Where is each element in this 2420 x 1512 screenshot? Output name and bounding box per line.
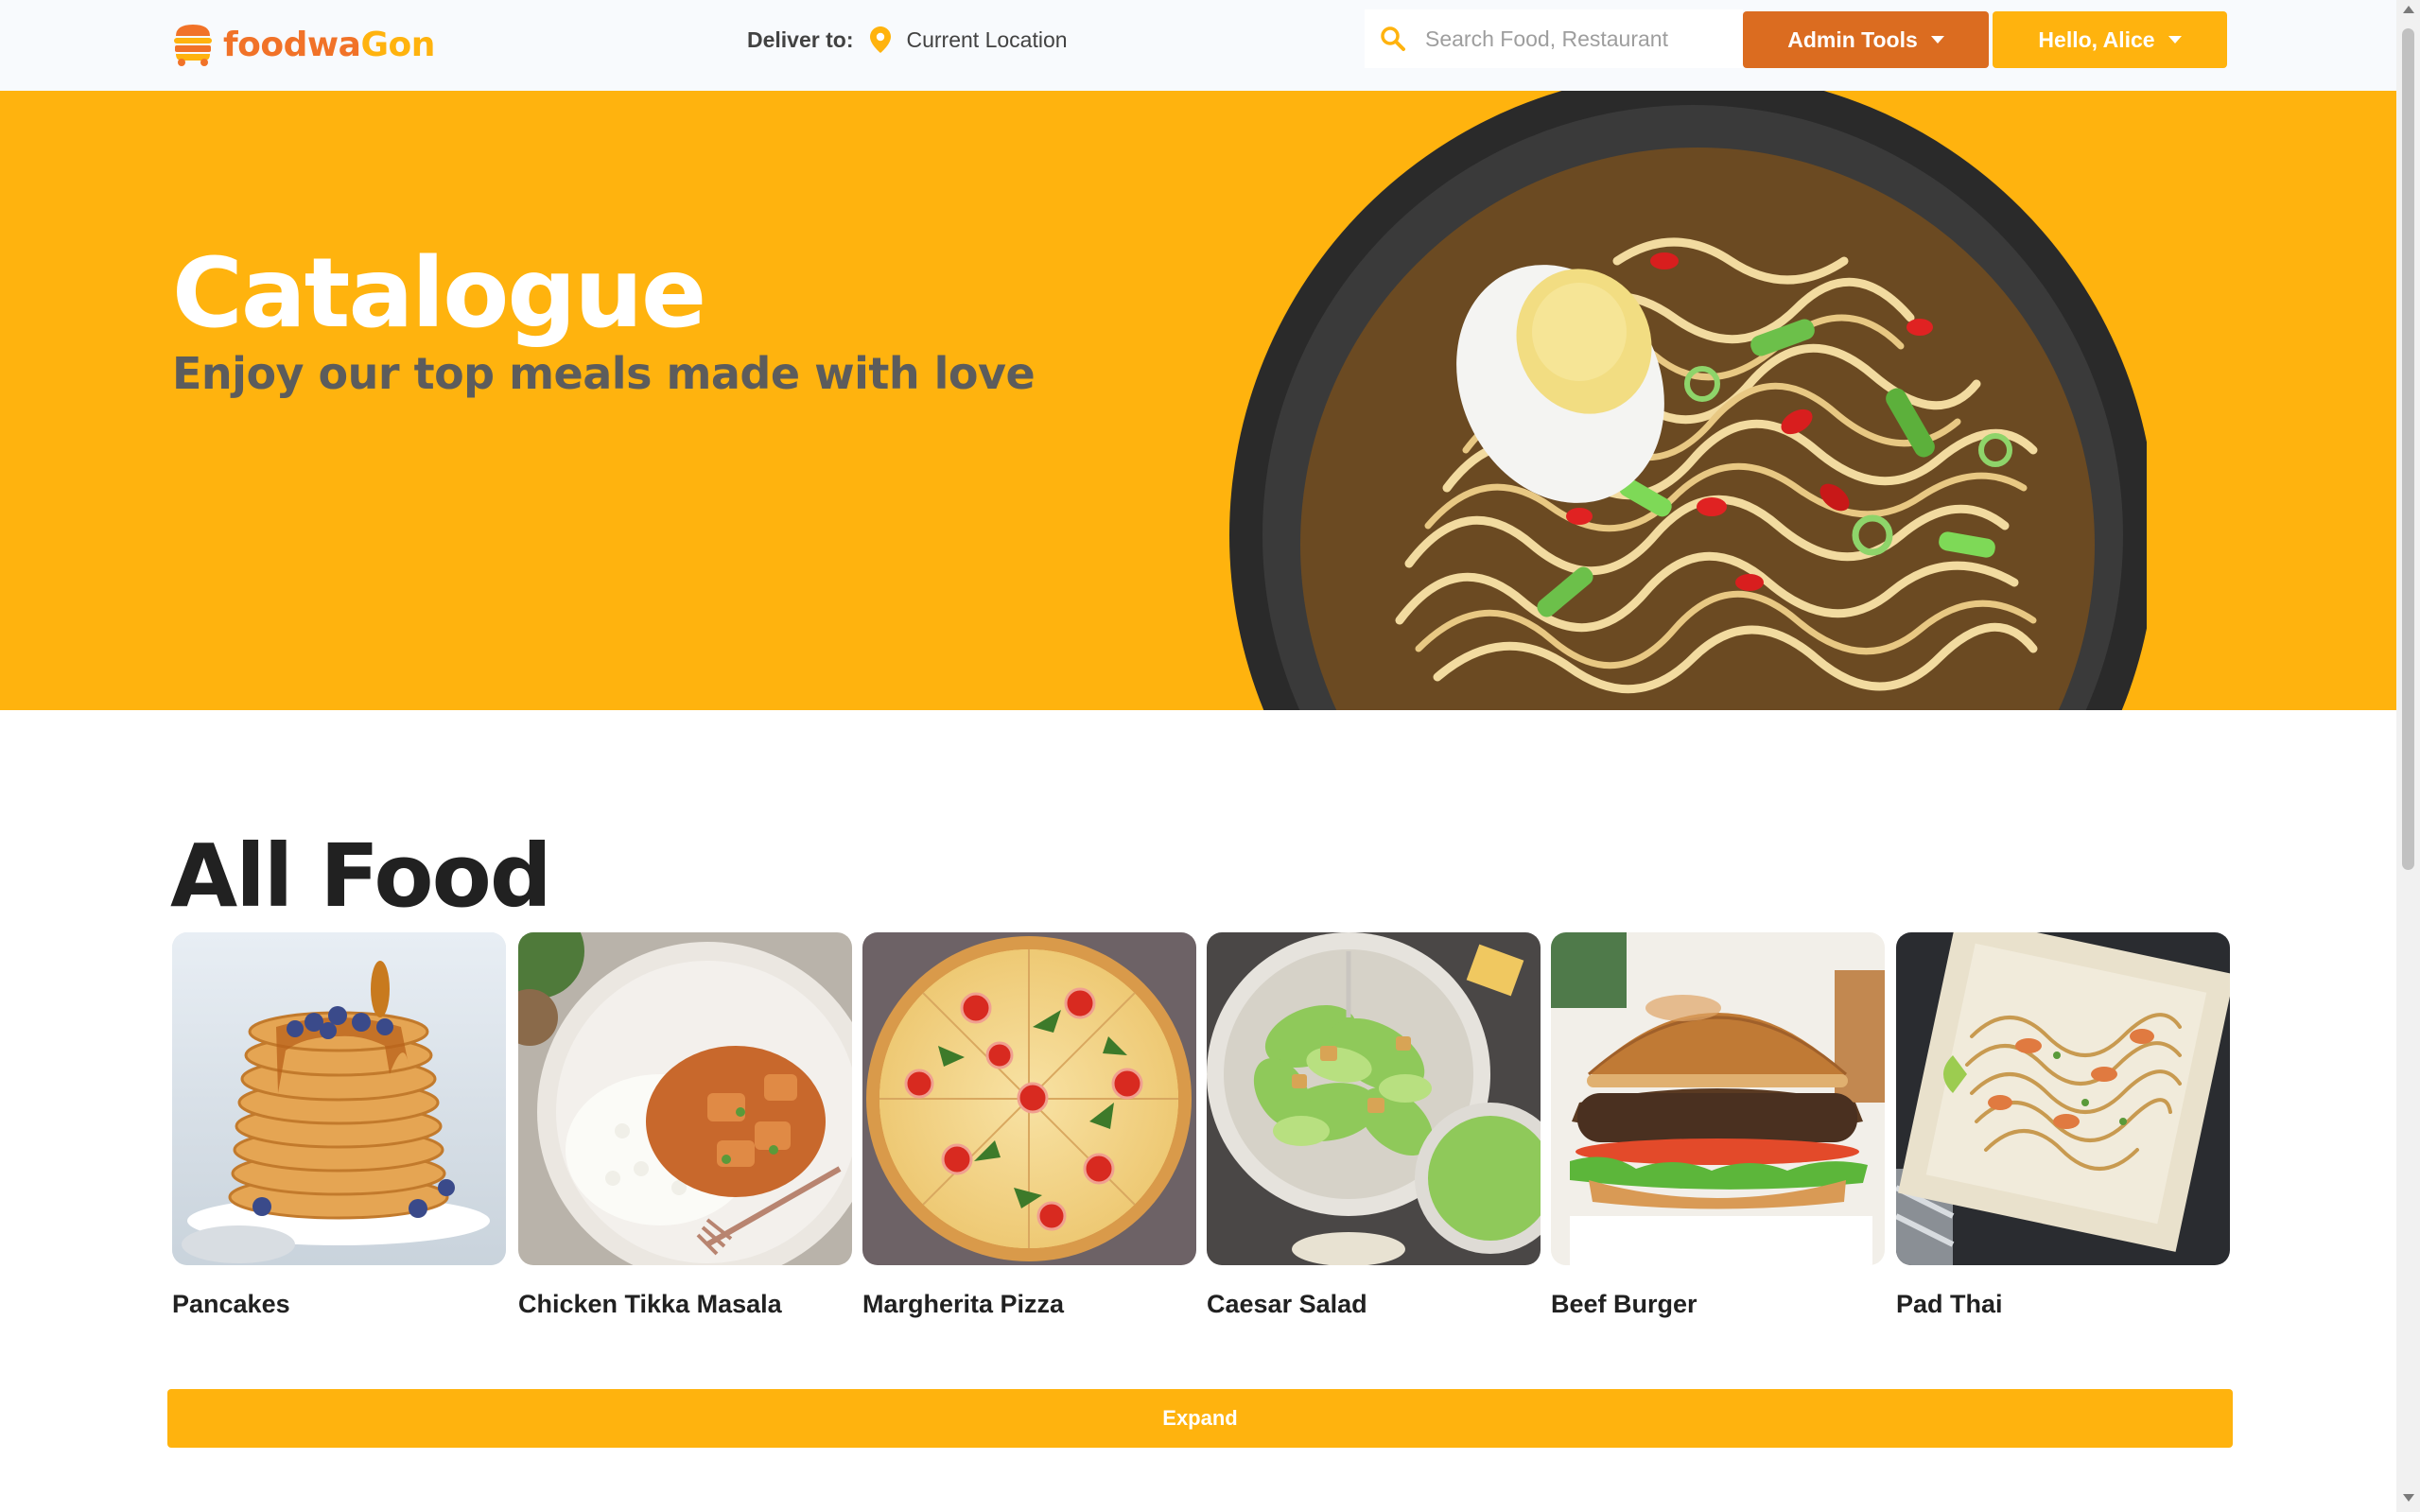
- food-card-caesar-salad[interactable]: Caesar Salad: [1207, 932, 1541, 1319]
- margherita-pizza-image: [862, 932, 1196, 1265]
- expand-button[interactable]: Expand: [167, 1389, 2233, 1448]
- food-name: Beef Burger: [1551, 1290, 1697, 1318]
- food-name: Pancakes: [172, 1290, 290, 1318]
- chicken-tikka-masala-image: [518, 932, 852, 1265]
- user-menu-label: Hello, Alice: [2038, 26, 2155, 52]
- pancakes-image: [172, 932, 506, 1265]
- search-icon: [1381, 26, 1405, 51]
- food-card-beef-burger[interactable]: Beef Burger: [1551, 932, 1885, 1319]
- vertical-scrollbar[interactable]: [2396, 0, 2420, 1512]
- deliver-location-value: Current Location: [906, 26, 1068, 52]
- search-input[interactable]: [1425, 26, 1737, 52]
- food-image: [518, 932, 852, 1265]
- food-card-chicken-tikka-masala[interactable]: Chicken Tikka Masala: [518, 932, 852, 1319]
- caret-down-icon: [2168, 36, 2182, 43]
- user-menu-dropdown[interactable]: Hello, Alice: [1993, 11, 2227, 68]
- food-name: Pad Thai: [1896, 1290, 2003, 1318]
- admin-tools-dropdown[interactable]: Admin Tools: [1743, 11, 1989, 68]
- hero-title: Catalogue: [172, 237, 706, 350]
- pad-thai-image: [1896, 932, 2230, 1265]
- hero-banner: Catalogue Enjoy our top meals made with …: [0, 91, 2396, 710]
- food-image: [1207, 932, 1541, 1265]
- food-card-pad-thai[interactable]: Pad Thai: [1896, 932, 2230, 1319]
- admin-tools-label: Admin Tools: [1787, 26, 1918, 52]
- scroll-thumb[interactable]: [2402, 28, 2414, 870]
- food-name: Caesar Salad: [1207, 1290, 1367, 1318]
- noodle-bowl-image: [1229, 91, 2147, 710]
- caret-down-icon: [1930, 36, 1944, 43]
- logo-text: foodwaGon: [223, 25, 435, 64]
- navbar: foodwaGon Deliver to: Current Location A…: [0, 0, 2396, 91]
- food-name: Chicken Tikka Masala: [518, 1290, 782, 1318]
- map-pin-icon: [870, 26, 892, 53]
- hero-subtitle: Enjoy our top meals made with love: [172, 348, 1036, 399]
- burger-logo-icon: [174, 25, 212, 66]
- section-title: All Food: [170, 826, 552, 927]
- scroll-down-arrow-icon[interactable]: [2403, 1494, 2414, 1502]
- search-box: [1365, 9, 1743, 68]
- food-image: [1896, 932, 2230, 1265]
- food-image: [862, 932, 1196, 1265]
- logo[interactable]: foodwaGon: [172, 23, 435, 66]
- scroll-up-arrow-icon[interactable]: [2403, 6, 2414, 13]
- food-name: Margherita Pizza: [862, 1290, 1065, 1318]
- deliver-label: Deliver to:: [747, 26, 854, 52]
- beef-burger-image: [1551, 932, 1885, 1265]
- caesar-salad-image: [1207, 932, 1541, 1265]
- deliver-location[interactable]: Deliver to: Current Location: [747, 26, 1068, 53]
- food-card-margherita-pizza[interactable]: Margherita Pizza: [862, 932, 1196, 1319]
- food-image: [1551, 932, 1885, 1265]
- food-card-pancakes[interactable]: Pancakes: [172, 932, 506, 1319]
- food-image: [172, 932, 506, 1265]
